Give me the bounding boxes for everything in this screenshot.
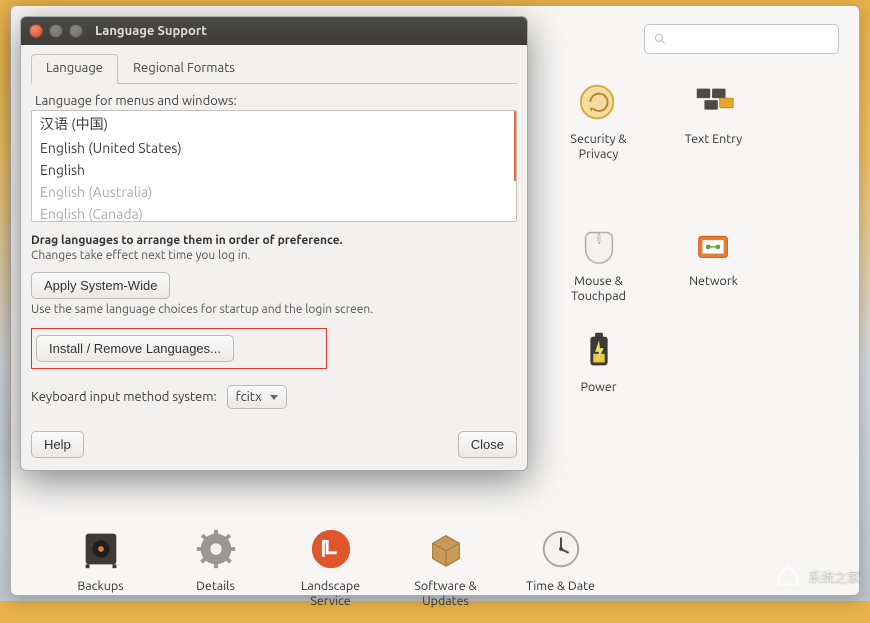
language-list-item[interactable]: English (Australia) (32, 181, 516, 203)
tile-time-date[interactable]: Time & Date (503, 517, 618, 623)
apply-system-wide-button[interactable]: Apply System-Wide (31, 272, 170, 299)
language-list[interactable]: 汉语 (中国) English (United States) English … (31, 110, 517, 222)
menus-windows-label: Language for menus and windows: (31, 84, 517, 110)
clock-icon (537, 525, 585, 573)
tile-label: Software &Updates (388, 579, 503, 609)
drag-hint: Drag languages to arrange them in order … (31, 234, 517, 247)
tile-label: Network (656, 274, 771, 289)
mouse-icon (575, 220, 623, 268)
tile-label: Text Entry (656, 132, 771, 147)
dialog-title: Language Support (95, 24, 207, 38)
install-remove-languages-button[interactable]: Install / Remove Languages... (36, 335, 234, 362)
package-icon (422, 525, 470, 573)
tile-details[interactable]: Details (158, 517, 273, 623)
window-maximize-button[interactable] (69, 24, 83, 38)
keyboard-icon (690, 78, 738, 126)
battery-icon (575, 326, 623, 374)
keyboard-input-label: Keyboard input method system: (31, 390, 217, 404)
language-list-item[interactable]: English (32, 159, 516, 181)
tile-label: Mouse &Touchpad (541, 274, 656, 304)
close-button[interactable]: Close (458, 431, 517, 458)
landscape-icon (307, 525, 355, 573)
watermark: 系统之家 (774, 561, 860, 589)
gear-icon (192, 525, 240, 573)
chevron-down-icon (270, 395, 278, 400)
tile-software-updates[interactable]: Software &Updates (388, 517, 503, 623)
tile-backups[interactable]: Backups (43, 517, 158, 623)
language-list-item[interactable]: English (United States) (32, 137, 516, 159)
tile-landscape-service[interactable]: LandscapeService (273, 517, 388, 623)
tile-power[interactable]: Power (541, 318, 656, 409)
tab-regional-formats[interactable]: Regional Formats (118, 54, 250, 84)
window-minimize-button[interactable] (49, 24, 63, 38)
relogin-hint: Changes take effect next time you log in… (31, 249, 517, 262)
input-method-select[interactable]: fcitx (227, 385, 287, 409)
network-icon (690, 220, 738, 268)
settings-search-input[interactable] (644, 24, 839, 54)
tile-label: Time & Date (503, 579, 618, 594)
help-button[interactable]: Help (31, 431, 84, 458)
tile-label: Power (541, 380, 656, 395)
tile-security-privacy[interactable]: Security &Privacy (541, 70, 656, 176)
shield-icon (575, 78, 623, 126)
dialog-tabs: Language Regional Formats (31, 53, 517, 84)
safe-icon (77, 525, 125, 573)
apply-hint: Use the same language choices for startu… (31, 303, 517, 316)
tab-language[interactable]: Language (31, 54, 118, 84)
install-remove-highlight: Install / Remove Languages... (31, 328, 327, 369)
dialog-titlebar[interactable]: Language Support (21, 17, 527, 45)
tile-text-entry[interactable]: Text Entry (656, 70, 771, 176)
tile-label: Security &Privacy (541, 132, 656, 162)
language-list-item[interactable]: 汉语 (中国) (32, 111, 516, 137)
tile-mouse-touchpad[interactable]: Mouse &Touchpad (541, 212, 656, 318)
house-icon (774, 561, 802, 589)
tile-label: Details (158, 579, 273, 594)
input-method-value: fcitx (236, 390, 262, 404)
tile-label: Backups (43, 579, 158, 594)
language-list-item[interactable]: English (Canada) (32, 203, 516, 222)
language-support-dialog: Language Support Language Regional Forma… (20, 16, 528, 471)
tile-label: LandscapeService (273, 579, 388, 609)
window-close-button[interactable] (29, 24, 43, 38)
search-icon (653, 32, 667, 46)
tile-network[interactable]: Network (656, 212, 771, 318)
